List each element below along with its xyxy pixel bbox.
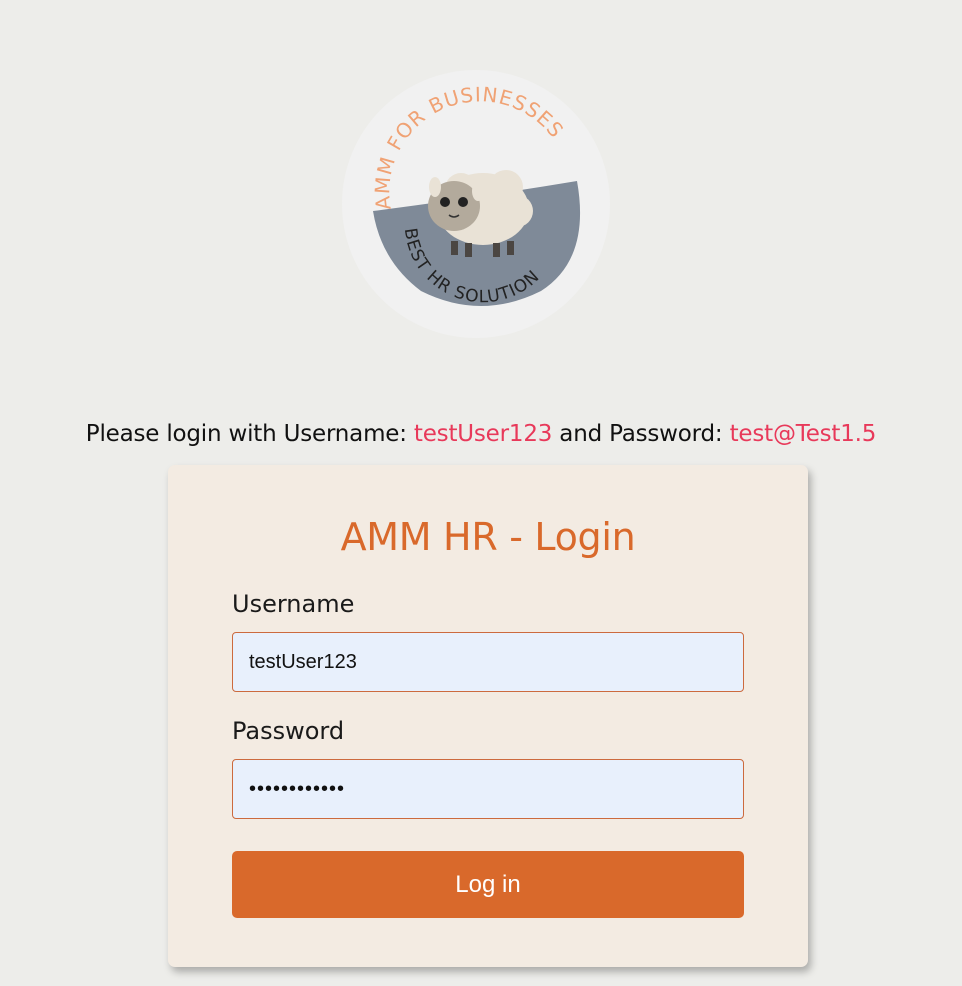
username-input[interactable] (232, 632, 744, 692)
password-input[interactable] (232, 759, 744, 819)
company-logo: AMM FOR BUSINESSES BEST HR SOLUTION (341, 69, 611, 339)
login-button[interactable]: Log in (232, 851, 744, 918)
login-hint: Please login with Username: testUser123 … (0, 421, 962, 447)
hint-password: test@Test1.5 (729, 421, 877, 447)
hint-prefix: Please login with Username: (85, 421, 414, 447)
username-label: Username (232, 590, 355, 618)
hint-username: testUser123 (413, 421, 553, 447)
password-label: Password (232, 717, 345, 745)
hint-middle: and Password: (552, 421, 730, 447)
login-title: AMM HR - Login (340, 515, 636, 559)
logo-badge: AMM FOR BUSINESSES BEST HR SOLUTION (342, 70, 610, 338)
login-card: AMM HR - Login Username Password Log in (168, 465, 808, 967)
